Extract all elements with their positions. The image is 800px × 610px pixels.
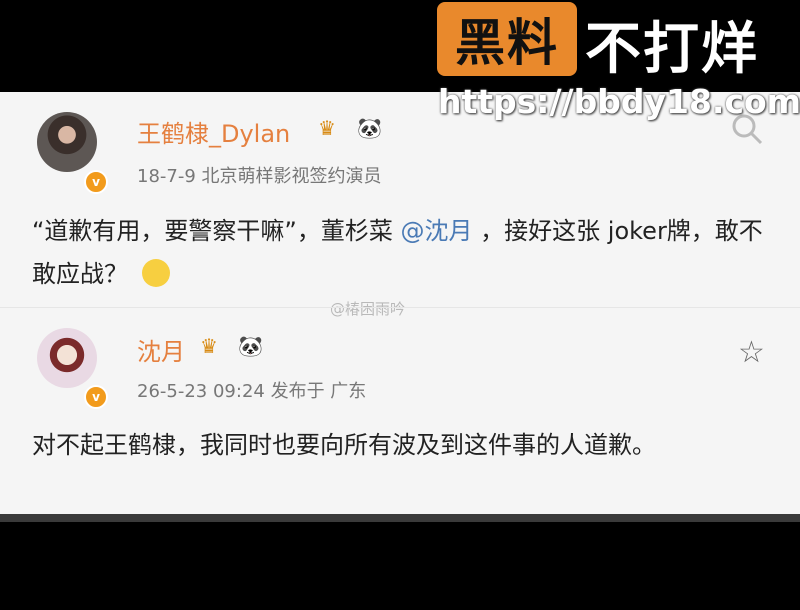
divider xyxy=(0,307,800,308)
panda-icon: 🐼 xyxy=(238,334,263,358)
weibo-watermark: @椿困雨吟 xyxy=(330,300,406,318)
post-card: v 王鹤棣_Dylan ♛ 🐼 18-7-9 北京萌样影视签约演员 “道歉有用，… xyxy=(0,92,800,522)
panda-icon: 🐼 xyxy=(357,116,382,140)
avatar[interactable] xyxy=(37,112,97,172)
reply-meta: 26-5-23 09:24 发布于 广东 xyxy=(137,381,367,402)
watermark-url: https://bbdy18.com xyxy=(438,82,800,121)
author-name[interactable]: 沈月 xyxy=(137,332,185,367)
brand-badge-text: 黑料 xyxy=(455,14,559,72)
post-text: “道歉有用，要警察干嘛”，董杉菜 @沈月 ，接好这张 joker牌，敢不敢应战？ xyxy=(32,210,772,296)
reply-text: 对不起王鹤棣，我同时也要向所有波及到这件事的人道歉。 xyxy=(32,431,656,459)
brand-badge: 黑料 xyxy=(437,2,577,76)
verified-badge-icon: v xyxy=(84,385,108,409)
brand-slogan: 不打烊 xyxy=(585,17,759,82)
emoji-icon xyxy=(141,259,170,287)
author-name[interactable]: 王鹤棣_Dylan xyxy=(137,114,290,149)
mention-link[interactable]: @沈月 xyxy=(401,217,473,245)
post-text-part1: “道歉有用，要警察干嘛”，董杉菜 xyxy=(32,217,393,245)
crown-icon: ♛ xyxy=(318,116,336,140)
avatar[interactable] xyxy=(37,328,97,388)
star-icon[interactable]: ☆ xyxy=(738,335,765,370)
crown-icon: ♛ xyxy=(200,334,218,358)
post-meta: 18-7-9 北京萌样影视签约演员 xyxy=(137,166,382,187)
verified-badge-icon: v xyxy=(84,170,108,194)
